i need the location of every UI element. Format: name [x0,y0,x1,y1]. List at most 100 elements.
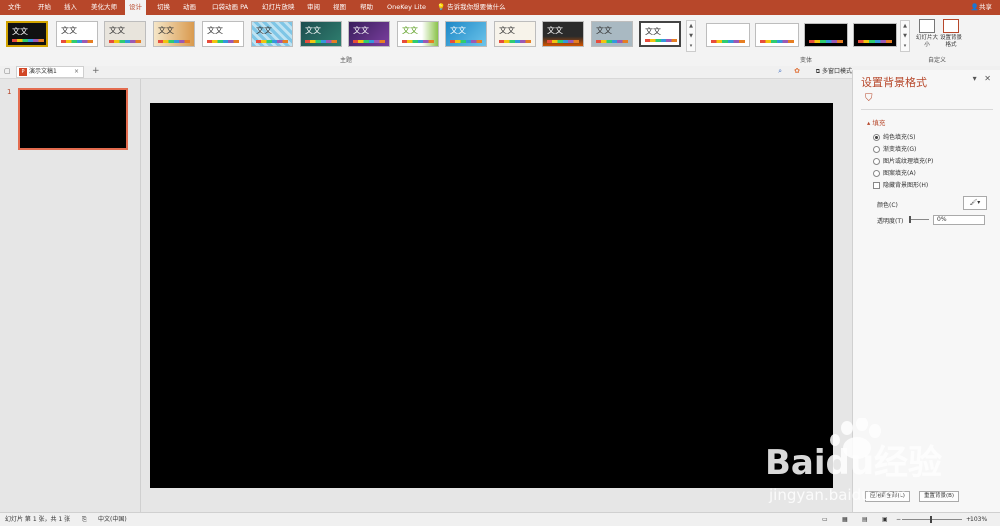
document-tab-strip: ▢ P 演示文稿1 × + ⌕ ✿ ⧉ 多窗口模式 [0,66,1000,79]
format-background-label: 设置背景格式 [940,35,963,48]
theme-color-strip [12,39,44,42]
normal-view-icon[interactable]: ▭ [822,513,828,526]
tab-review[interactable]: 审阅 [307,0,320,15]
tab-file[interactable]: 文件 [8,0,21,15]
theme-sample-text: 文文 [547,26,563,35]
ribbon-design: 文文 文文 文文 文文 文文 文文 文文 文文 文文 文文 文文 文文 文文 文… [0,15,1000,67]
zoom-level[interactable]: 103% [970,513,987,526]
tab-animations[interactable]: 动画 [183,0,196,15]
fill-section-label: 填充 [872,119,886,127]
zoom-slider-handle[interactable] [930,516,932,523]
gradient-fill-radio[interactable]: 渐变填充(G) [873,144,916,153]
settings-icon[interactable]: ✿ [794,67,800,75]
tab-slideshow[interactable]: 幻灯片放映 [262,0,295,15]
theme-thumbnail[interactable]: 文文 [397,21,439,47]
variant-thumbnail[interactable] [706,23,750,47]
themes-scroll-buttons[interactable]: ▲ ▼ ▾ [686,20,696,52]
tab-help[interactable]: 帮助 [360,0,373,15]
theme-thumbnail[interactable]: 文文 [591,21,633,47]
slide-canvas[interactable] [150,103,833,488]
theme-sample-text: 文文 [353,26,369,35]
theme-thumbnail[interactable]: 文文 [6,21,48,47]
theme-color-strip [402,40,434,43]
tab-transitions[interactable]: 切换 [157,0,170,15]
checkbox [873,182,880,189]
zoom-slider[interactable] [902,519,962,520]
pattern-fill-radio[interactable]: 图案填充(A) [873,168,916,177]
theme-sample-text: 文文 [645,27,661,36]
theme-sample-text: 文文 [109,26,125,35]
slide-size-button[interactable]: 幻灯片大小 [916,19,938,49]
hide-background-graphics-checkbox[interactable]: 隐藏背景图形(H) [873,180,928,189]
theme-thumbnail[interactable]: 文文 [56,21,98,47]
theme-thumbnail[interactable]: 文文 [104,21,146,47]
theme-sample-text: 文文 [12,27,28,36]
theme-thumbnail[interactable]: 文文 [348,21,390,47]
theme-sample-text: 文文 [256,26,272,35]
picture-fill-label: 图片或纹理填充(P) [883,158,934,165]
theme-thumbnail[interactable]: 文文 [153,21,195,47]
theme-thumbnail[interactable]: 文文 [300,21,342,47]
tab-meihua[interactable]: 美化大师 [91,0,117,15]
theme-color-strip [499,40,531,43]
slide-size-icon [919,19,935,33]
variants-scroll-buttons[interactable]: ▲ ▼ ▾ [900,20,910,52]
transparency-value: 0% [937,216,947,223]
theme-color-strip [305,40,337,43]
picture-fill-radio[interactable]: 图片或纹理填充(P) [873,156,933,165]
group-label-themes: 主题 [340,57,353,64]
transparency-slider[interactable] [909,219,929,220]
theme-thumbnail[interactable]: 文文 [639,21,681,47]
tell-me-text: 告诉我你想要做什么 [447,3,506,11]
theme-color-strip [158,40,190,43]
color-picker-button[interactable]: 🖌▾ [963,196,987,210]
paint-bucket-icon[interactable]: ⛉ [865,93,873,104]
transparency-slider-handle[interactable] [909,216,911,223]
theme-thumbnail[interactable]: 文文 [494,21,536,47]
tab-onekey[interactable]: OneKey Lite [387,0,426,15]
slide-size-label: 幻灯片大小 [916,35,939,48]
close-tab-icon[interactable]: × [74,67,79,77]
multi-window-button[interactable]: ⧉ 多窗口模式 [816,66,852,78]
share-button[interactable]: 👤共享 [971,0,992,15]
theme-sample-text: 文文 [207,26,223,35]
slideshow-view-icon[interactable]: ▣ [882,513,888,526]
theme-color-strip [207,40,239,43]
language-status[interactable]: 中文(中国) [98,513,127,526]
pane-menu-icon[interactable]: ▾ [973,74,977,83]
slide-sorter-icon[interactable]: ▦ [842,513,848,526]
theme-sample-text: 文文 [61,26,77,35]
gradient-fill-label: 渐变填充(G) [883,146,917,153]
search-icon[interactable]: ⌕ [778,67,782,76]
zoom-out-icon[interactable]: − [896,513,901,526]
new-doc-icon[interactable]: ▢ [4,67,11,75]
hide-graphics-label: 隐藏背景图形(H) [883,182,929,189]
tab-insert[interactable]: 插入 [64,0,77,15]
radio-button [873,134,880,141]
transparency-input[interactable]: 0% [933,215,985,225]
reading-view-icon[interactable]: ▤ [862,513,868,526]
theme-thumbnail[interactable]: 文文 [445,21,487,47]
variant-thumbnail[interactable] [755,23,799,47]
new-tab-button[interactable]: + [92,66,100,77]
theme-color-strip [450,40,482,43]
solid-fill-radio[interactable]: 纯色填充(S) [873,132,916,141]
tab-view[interactable]: 视图 [333,0,346,15]
document-tab[interactable]: P 演示文稿1 × [16,66,84,78]
slide-thumbnail[interactable] [18,88,128,150]
accessibility-icon[interactable]: ⎘ [82,513,87,526]
theme-color-strip [61,40,93,43]
tab-design[interactable]: 设计 [125,0,146,15]
theme-thumbnail[interactable]: 文文 [251,21,293,47]
close-pane-icon[interactable]: ✕ [984,74,991,83]
tell-me-box[interactable]: 💡 告诉我你想要做什么 [437,0,506,15]
variant-thumbnail[interactable] [804,23,848,47]
variant-color-strip [809,40,843,43]
fill-section-header[interactable]: ▴ 填充 [867,117,885,127]
theme-thumbnail[interactable]: 文文 [202,21,244,47]
theme-thumbnail[interactable]: 文文 [542,21,584,47]
format-background-button[interactable]: 设置背景格式 [940,19,962,49]
tab-home[interactable]: 开始 [38,0,51,15]
tab-pocket-animation[interactable]: 口袋动画 PA [212,0,248,15]
variant-thumbnail[interactable] [853,23,897,47]
